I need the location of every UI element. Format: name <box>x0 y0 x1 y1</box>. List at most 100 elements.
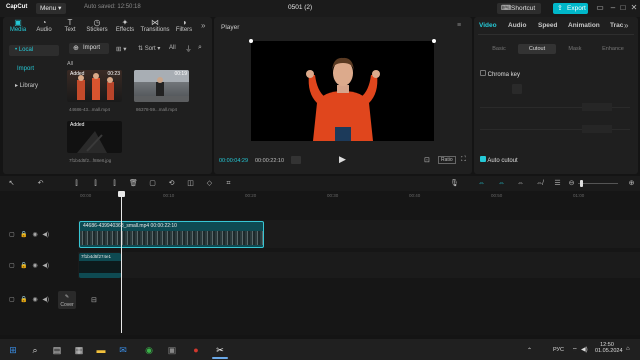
sidebar-item-library[interactable]: ▸ Library <box>9 81 59 92</box>
video-clip[interactable]: 44686-439940368_small.mp4 00:00:22:10 <box>79 221 264 248</box>
split-icon[interactable]: ⫿ <box>72 179 81 188</box>
shortcut-button[interactable]: ⌨ Shortcut <box>497 3 541 14</box>
widgets-icon[interactable]: ▦ <box>73 344 85 356</box>
more-tabs-icon[interactable]: » <box>624 21 628 30</box>
split-left-icon[interactable]: ⫿ <box>91 179 100 188</box>
close-icon[interactable]: ✕ <box>629 3 639 13</box>
subtab-basic[interactable]: Basic <box>480 44 518 54</box>
eye-icon[interactable]: ◉ <box>33 232 38 238</box>
file-explorer-icon[interactable]: ▬ <box>95 344 107 356</box>
linkage-icon[interactable]: ⇔ <box>516 179 525 188</box>
zoom-in-icon[interactable]: ⊕ <box>627 179 636 188</box>
tab-audio[interactable]: ◔ Audio <box>31 18 57 36</box>
microphone-icon[interactable]: 🎙 <box>450 179 459 188</box>
crop-handle-icon[interactable] <box>432 39 436 43</box>
search-icon[interactable]: ⌕ <box>29 344 41 356</box>
import-button[interactable]: ⊕ Import <box>69 43 109 54</box>
tab-media[interactable]: ▣ Media <box>5 18 31 36</box>
eye-icon[interactable]: ◉ <box>33 263 38 269</box>
sidebar-item-import[interactable]: Import <box>17 66 34 72</box>
capcut-taskbar-icon[interactable]: ✂ <box>214 344 226 356</box>
zoom-slider[interactable] <box>578 183 618 184</box>
volume-icon[interactable]: ◀) <box>581 346 588 353</box>
playhead-handle[interactable] <box>118 191 125 197</box>
crop-icon[interactable]: ⌗ <box>224 179 233 188</box>
mail-icon[interactable]: ✉ <box>117 344 129 356</box>
value-field[interactable] <box>582 125 612 133</box>
tab-tracking[interactable]: Trac <box>610 22 623 29</box>
minimize-icon[interactable]: – <box>608 3 618 13</box>
eye-icon[interactable]: ◉ <box>33 297 38 303</box>
fullscreen-icon[interactable]: ⛶ <box>461 156 466 164</box>
tab-speed[interactable]: Speed <box>538 22 558 29</box>
tab-audio-props[interactable]: Audio <box>508 22 526 29</box>
video-preview[interactable] <box>249 39 436 141</box>
subtitle-icon[interactable]: ☰ <box>553 179 562 188</box>
network-icon[interactable]: ⌔ <box>572 346 578 354</box>
crop-handle-icon[interactable] <box>249 39 253 43</box>
tab-effects[interactable]: ✦ Effects <box>112 18 138 36</box>
language-indicator[interactable]: РУС <box>553 347 564 353</box>
search-icon[interactable]: ⌕ <box>198 44 202 52</box>
timecode-format-icon[interactable] <box>291 156 301 164</box>
reverse-icon[interactable]: ⟲ <box>167 179 176 188</box>
track-icon[interactable]: ▢ <box>9 232 15 238</box>
speaker-icon[interactable]: ◀) <box>42 263 49 269</box>
media-player-icon[interactable]: ▣ <box>166 344 178 356</box>
tab-filters[interactable]: ◑ Filters <box>171 18 197 36</box>
subtab-mask[interactable]: Mask <box>556 44 594 54</box>
value-field[interactable] <box>582 103 612 111</box>
subtab-enhance[interactable]: Enhance <box>594 44 632 54</box>
preview-axis-icon[interactable]: ⇎ <box>535 179 544 188</box>
color-picker[interactable] <box>512 84 522 94</box>
tab-stickers[interactable]: ◷ Stickers <box>84 18 110 36</box>
filter-all-button[interactable]: All <box>169 45 176 51</box>
view-mode-icon[interactable]: ⊞ ▾ <box>116 45 127 53</box>
lock-icon[interactable]: 🔒 <box>20 263 27 269</box>
filter-icon[interactable]: ⏚ <box>185 44 192 54</box>
delete-icon[interactable]: 🗑 <box>129 179 138 188</box>
rotate-icon[interactable]: ◇ <box>205 179 214 188</box>
maximize-icon[interactable]: □ <box>618 3 628 13</box>
ratio-button[interactable]: Ratio <box>438 156 456 164</box>
zoom-slider-thumb[interactable] <box>580 180 583 187</box>
speaker-icon[interactable]: ◀) <box>42 297 49 303</box>
subtab-cutout[interactable]: Cutout <box>518 44 556 54</box>
clock[interactable]: 12:50 01.05.2024 <box>595 342 623 354</box>
lock-icon[interactable]: 🔒 <box>20 232 27 238</box>
tab-text[interactable]: T Text <box>57 18 83 36</box>
chrome-icon[interactable]: ◉ <box>143 344 155 356</box>
speaker-icon[interactable]: ◀) <box>42 232 49 238</box>
notification-icon[interactable]: ⌂ <box>626 346 630 352</box>
track-icon[interactable]: ▢ <box>9 263 15 269</box>
cover-button[interactable]: ✎ Cover <box>58 291 76 309</box>
add-track-icon[interactable]: ⊟ <box>91 296 97 304</box>
link-icon[interactable]: ⇔ <box>477 179 486 188</box>
task-view-icon[interactable]: ▤ <box>51 344 63 356</box>
tab-video[interactable]: Video <box>479 22 497 29</box>
split-right-icon[interactable]: ⫿ <box>110 179 119 188</box>
image-clip[interactable]: 7f1b4d5f274e1 <box>79 253 121 278</box>
track-icon[interactable]: ▢ <box>9 297 15 303</box>
select-tool-icon[interactable]: ↖ <box>7 179 16 188</box>
zoom-out-icon[interactable]: ⊖ <box>567 179 576 188</box>
fit-icon[interactable]: ⊡ <box>424 156 430 164</box>
layout-icon[interactable]: ▭ <box>595 3 605 13</box>
auto-cutout-option[interactable]: Auto cutout <box>480 156 518 164</box>
tab-transitions[interactable]: ⋈ Transitions <box>140 18 170 36</box>
magnet-icon[interactable]: ⇔ <box>497 179 506 188</box>
menu-button[interactable]: Menu ▾ <box>36 3 66 14</box>
export-button[interactable]: ⇪ Export <box>553 3 588 14</box>
panel-menu-icon[interactable]: ≡ <box>457 22 461 29</box>
chroma-key-option[interactable]: Chroma key <box>480 70 520 78</box>
mirror-icon[interactable]: ◫ <box>186 179 195 188</box>
recorder-icon[interactable]: ● <box>190 344 202 356</box>
tab-animation[interactable]: Animation <box>568 22 600 29</box>
auto-cutout-checkbox[interactable] <box>480 156 486 162</box>
tray-chevron-icon[interactable]: ⌃ <box>527 347 532 354</box>
more-tabs-icon[interactable]: » <box>201 21 205 30</box>
media-item[interactable]: Added <box>67 121 122 153</box>
media-item[interactable]: Added 00:23 <box>67 70 122 102</box>
sort-button[interactable]: ⇅ Sort ▾ <box>138 45 160 52</box>
windows-start-icon[interactable]: ⊞ <box>7 344 19 356</box>
